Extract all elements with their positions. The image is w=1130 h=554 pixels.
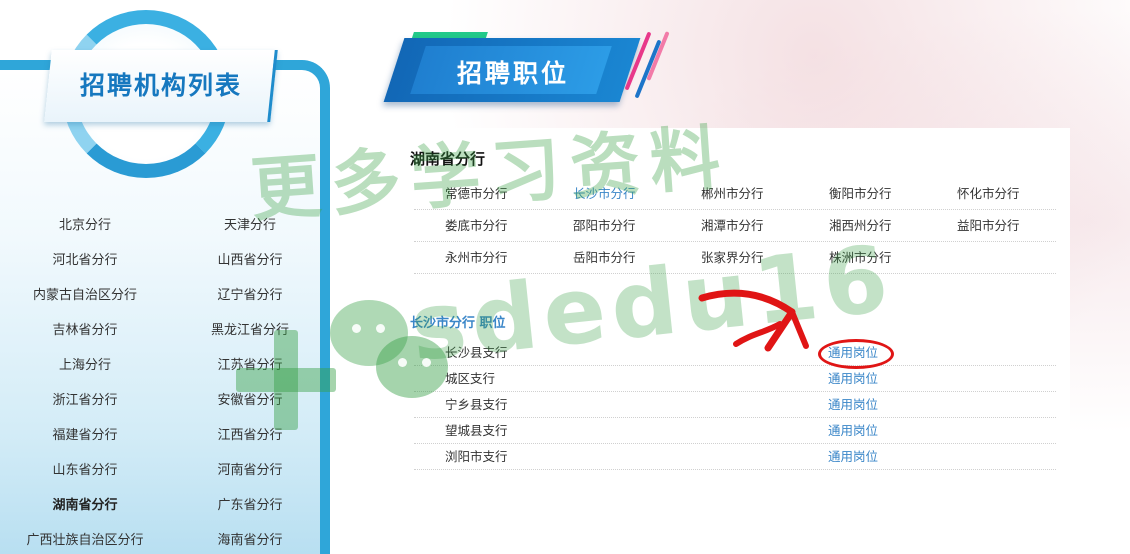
sidebar-branch-item[interactable]: 天津分行 [170,208,330,243]
city-branch-link[interactable]: 湘西州分行 [798,210,926,241]
position-branch-name: 城区支行 [445,371,496,386]
content-panel: 湖南省分行 常德市分行 长沙市分行 郴州市分行 衡阳市分行 怀化市分行 娄底市分行 邵阳市分… [390,128,1070,554]
banner-stripe [634,39,662,99]
position-row: 长沙县支行 通用岗位 [414,339,1056,369]
city-branch-link[interactable]: 邵阳市分行 [542,210,670,241]
positions-table: 长沙县支行 通用岗位 城区支行 通用岗位 宁乡县支行 通用岗位 望城县支行 通用岗位 浏阳市支行… [414,339,1056,470]
city-branch-link[interactable]: 岳阳市分行 [542,242,670,273]
section-title: 湖南省分行 [410,150,486,168]
city-branch-link[interactable]: 衡阳市分行 [798,178,926,209]
position-link[interactable]: 通用岗位 [828,366,878,391]
city-branch-link[interactable]: 张家界分行 [670,242,798,273]
city-branch-link [926,242,1054,273]
city-branch-link[interactable]: 长沙市分行 [542,178,670,209]
city-branch-link[interactable]: 益阳市分行 [926,210,1054,241]
position-branch-name: 浏阳市支行 [445,449,508,464]
sidebar-branch-item[interactable]: 上海分行 [0,348,170,383]
branch-list: 北京分行 天津分行 河北省分行 山西省分行 内蒙古自治区分行 辽宁省分行 吉林省分行 黑龙江省… [0,208,330,554]
sidebar-branch-item[interactable]: 浙江省分行 [0,383,170,418]
city-branch-link[interactable]: 怀化市分行 [926,178,1054,209]
sidebar-branch-item[interactable]: 江苏省分行 [170,348,330,383]
sidebar-branch-item[interactable]: 山东省分行 [0,453,170,488]
page-title: 招聘职位 [456,59,569,88]
sidebar-branch-item[interactable]: 福建省分行 [0,418,170,453]
sidebar-branch-item[interactable]: 广东省分行 [170,488,330,523]
position-link[interactable]: 通用岗位 [817,339,895,369]
city-branch-link[interactable]: 永州市分行 [414,242,542,273]
sidebar-branch-item[interactable]: 安徽省分行 [170,383,330,418]
position-row: 城区支行 通用岗位 [414,366,1056,392]
city-branch-link[interactable]: 郴州市分行 [670,178,798,209]
city-branch-link[interactable]: 常德市分行 [414,178,542,209]
position-branch-name: 望城县支行 [445,423,508,438]
sidebar-branch-item[interactable]: 广西壮族自治区分行 [0,523,170,554]
sidebar-branch-item[interactable]: 河北省分行 [0,243,170,278]
sidebar-title: 招聘机构列表 [79,71,242,100]
position-branch-name: 宁乡县支行 [445,397,508,412]
sidebar-branch-item[interactable]: 辽宁省分行 [170,278,330,313]
position-branch-name: 长沙县支行 [445,345,508,360]
position-row: 望城县支行 通用岗位 [414,418,1056,444]
header-banner: 招聘职位 [383,30,678,110]
city-row: 常德市分行 长沙市分行 郴州市分行 衡阳市分行 怀化市分行 [414,178,1056,210]
city-row: 娄底市分行 邵阳市分行 湘潭市分行 湘西州分行 益阳市分行 [414,210,1056,242]
sidebar-branch-item[interactable]: 吉林省分行 [0,313,170,348]
position-link[interactable]: 通用岗位 [828,392,878,417]
city-branch-link[interactable]: 株洲市分行 [798,242,926,273]
city-branch-table: 常德市分行 长沙市分行 郴州市分行 衡阳市分行 怀化市分行 娄底市分行 邵阳市分行 湘潭市分行… [414,178,1056,274]
city-row: 永州市分行 岳阳市分行 张家界分行 株洲市分行 [414,242,1056,274]
sidebar-branch-item[interactable]: 河南省分行 [170,453,330,488]
sidebar: 招聘机构列表 北京分行 天津分行 河北省分行 山西省分行 内蒙古自治区分行 辽宁省分行 吉林… [0,0,342,554]
sidebar-branch-item[interactable]: 海南省分行 [170,523,330,554]
position-row: 宁乡县支行 通用岗位 [414,392,1056,418]
sidebar-branch-item[interactable]: 江西省分行 [170,418,330,453]
position-row: 浏阳市支行 通用岗位 [414,444,1056,470]
city-branch-link[interactable]: 湘潭市分行 [670,210,798,241]
position-link[interactable]: 通用岗位 [828,418,878,443]
sidebar-branch-item[interactable]: 湖南省分行 [0,488,170,523]
positions-heading: 长沙市分行 职位 [410,316,506,331]
sidebar-branch-item[interactable]: 内蒙古自治区分行 [0,278,170,313]
sidebar-branch-item[interactable]: 黑龙江省分行 [170,313,330,348]
sidebar-branch-item[interactable]: 山西省分行 [170,243,330,278]
position-link[interactable]: 通用岗位 [828,444,878,469]
sidebar-branch-item[interactable]: 北京分行 [0,208,170,243]
city-branch-link[interactable]: 娄底市分行 [414,210,542,241]
